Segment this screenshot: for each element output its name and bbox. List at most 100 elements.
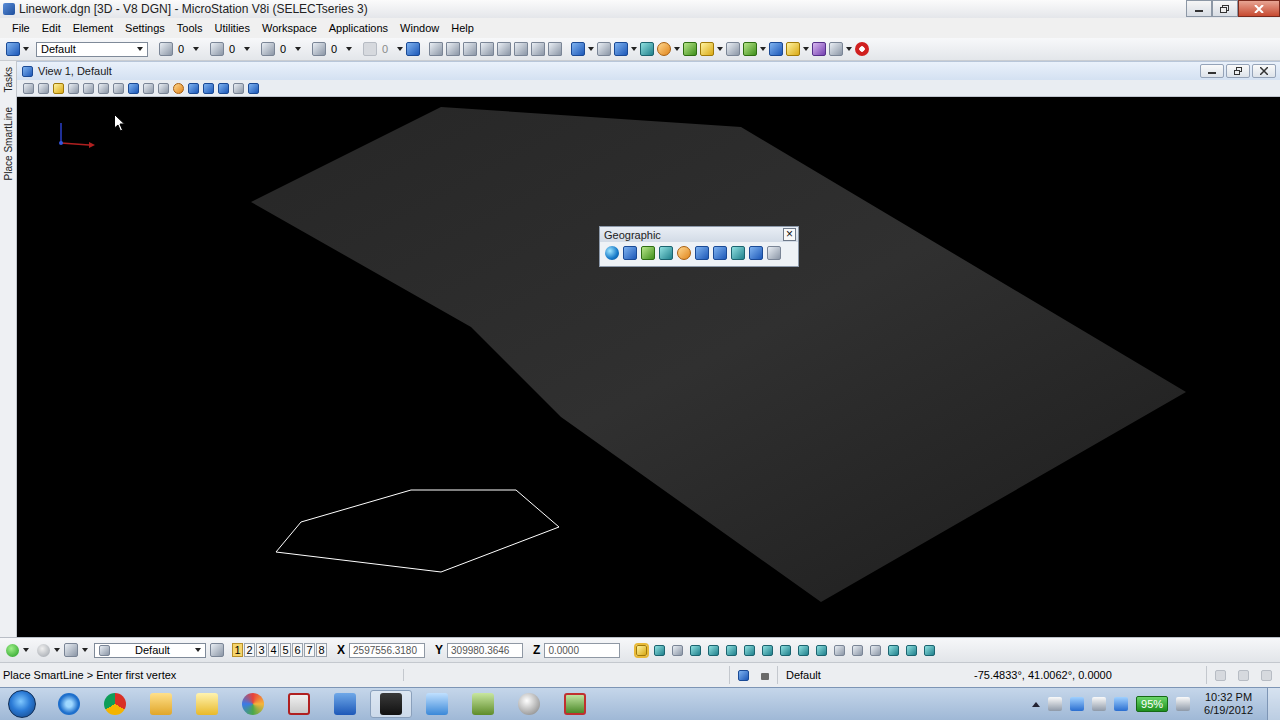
view-tool-icon[interactable]	[203, 83, 214, 94]
snap-icon[interactable]	[636, 645, 647, 656]
tool-icon[interactable]	[726, 42, 740, 56]
side-tab[interactable]: Tasks	[3, 67, 14, 93]
view-tool-icon[interactable]	[188, 83, 199, 94]
attribute-counter[interactable]: 0	[363, 42, 403, 56]
geographic-tool-icon[interactable]	[767, 246, 781, 260]
tool-icon[interactable]	[614, 42, 628, 56]
active-level-dropdown[interactable]: Default	[94, 643, 206, 658]
view-tool-icon[interactable]	[233, 83, 244, 94]
coordinate-input[interactable]: 2597556.3180	[349, 643, 425, 658]
show-hidden-icons-icon[interactable]	[1032, 702, 1040, 707]
tray-icon[interactable]	[1048, 697, 1062, 711]
taskbar-app[interactable]	[48, 690, 90, 718]
taskbar-app[interactable]	[508, 690, 550, 718]
taskbar-app[interactable]	[140, 690, 182, 718]
view-tool-icon[interactable]	[23, 83, 34, 94]
snap-icon[interactable]	[744, 645, 755, 656]
show-desktop-button[interactable]	[1267, 688, 1280, 720]
geographic-tool-icon[interactable]	[749, 246, 763, 260]
view-button[interactable]: 1	[232, 643, 243, 657]
snap-mode-icon[interactable]	[738, 670, 749, 681]
start-button-icon[interactable]	[8, 690, 36, 718]
tool-icon[interactable]	[700, 42, 714, 56]
tool-icon[interactable]	[812, 42, 826, 56]
dropdown-arrow-icon[interactable]	[760, 47, 766, 51]
tool-icon[interactable]	[640, 42, 654, 56]
view-maximize-button[interactable]	[1226, 64, 1250, 78]
view-button[interactable]: 5	[280, 643, 291, 657]
view-button[interactable]: 6	[292, 643, 303, 657]
taskbar-app[interactable]	[186, 690, 228, 718]
tool-icon[interactable]	[829, 42, 843, 56]
menu-item[interactable]: Utilities	[209, 20, 256, 36]
snap-icon[interactable]	[816, 645, 827, 656]
tool-icon[interactable]	[769, 42, 783, 56]
geographic-tool-icon[interactable]	[623, 246, 637, 260]
attributes-icon[interactable]	[6, 42, 20, 56]
view-cube-icon[interactable]	[531, 42, 545, 56]
view-tool-icon[interactable]	[83, 83, 94, 94]
dropdown-arrow-icon[interactable]	[717, 47, 723, 51]
view-tool-icon[interactable]	[53, 83, 64, 94]
refresh-icon[interactable]	[406, 42, 420, 56]
view-tool-icon[interactable]	[248, 83, 259, 94]
tray-icon[interactable]	[1114, 697, 1128, 711]
view-button[interactable]: 8	[316, 643, 327, 657]
snap-icon[interactable]	[690, 645, 701, 656]
taskbar-app[interactable]	[94, 690, 136, 718]
tool-icon[interactable]	[743, 42, 757, 56]
coordinate-input[interactable]: 309980.3646	[447, 643, 523, 658]
view-tool-icon[interactable]	[38, 83, 49, 94]
view-close-button[interactable]	[1252, 64, 1276, 78]
view-cube-icon[interactable]	[446, 42, 460, 56]
geographic-tool-icon[interactable]	[713, 246, 727, 260]
taskbar-app[interactable]	[324, 690, 366, 718]
menu-item[interactable]: Edit	[36, 20, 67, 36]
back-icon[interactable]	[6, 644, 19, 657]
volume-icon[interactable]	[1092, 697, 1106, 711]
view-cube-icon[interactable]	[463, 42, 477, 56]
tray-icon[interactable]	[1176, 697, 1190, 711]
geographic-tool-icon[interactable]	[641, 246, 655, 260]
pointer-icon[interactable]	[64, 643, 78, 657]
taskbar-app[interactable]	[416, 690, 458, 718]
geographic-tool-icon[interactable]	[731, 246, 745, 260]
hexagon-shape[interactable]	[276, 490, 559, 572]
view-tool-icon[interactable]	[143, 83, 154, 94]
view-tool-icon[interactable]	[173, 83, 184, 94]
dropdown-arrow-icon[interactable]	[23, 47, 29, 51]
view-tool-icon[interactable]	[98, 83, 109, 94]
clock[interactable]: 10:32 PM6/19/2012	[1198, 691, 1259, 717]
lock-icon[interactable]	[761, 673, 769, 680]
taskbar-app[interactable]	[278, 690, 320, 718]
snap-icon[interactable]	[888, 645, 899, 656]
dropdown-arrow-icon[interactable]	[803, 47, 809, 51]
minimize-button[interactable]	[1186, 0, 1212, 17]
snap-icon[interactable]	[906, 645, 917, 656]
snap-icon[interactable]	[780, 645, 791, 656]
snap-icon[interactable]	[852, 645, 863, 656]
level-dropdown[interactable]: Default	[36, 42, 148, 57]
view-tool-icon[interactable]	[218, 83, 229, 94]
menu-item[interactable]: Window	[394, 20, 445, 36]
tool-icon[interactable]	[597, 42, 611, 56]
taskbar-app[interactable]	[232, 690, 274, 718]
forward-icon[interactable]	[37, 644, 50, 657]
taskbar-app[interactable]	[370, 690, 412, 718]
coordinate-input[interactable]: 0.0000	[544, 643, 620, 658]
snap-icon[interactable]	[834, 645, 845, 656]
menu-item[interactable]: File	[6, 20, 36, 36]
menu-item[interactable]: Help	[445, 20, 480, 36]
snap-icon[interactable]	[654, 645, 665, 656]
menu-item[interactable]: Settings	[119, 20, 171, 36]
attribute-counter[interactable]: 0	[159, 42, 199, 56]
design-canvas[interactable]: Geographic×	[17, 97, 1280, 637]
view-button[interactable]: 7	[304, 643, 315, 657]
snap-icon[interactable]	[798, 645, 809, 656]
menu-item[interactable]: Applications	[323, 20, 394, 36]
snap-icon[interactable]	[708, 645, 719, 656]
maximize-button[interactable]	[1212, 0, 1238, 17]
dropdown-arrow-icon[interactable]	[631, 47, 637, 51]
tool-icon[interactable]	[786, 42, 800, 56]
menu-item[interactable]: Element	[67, 20, 119, 36]
